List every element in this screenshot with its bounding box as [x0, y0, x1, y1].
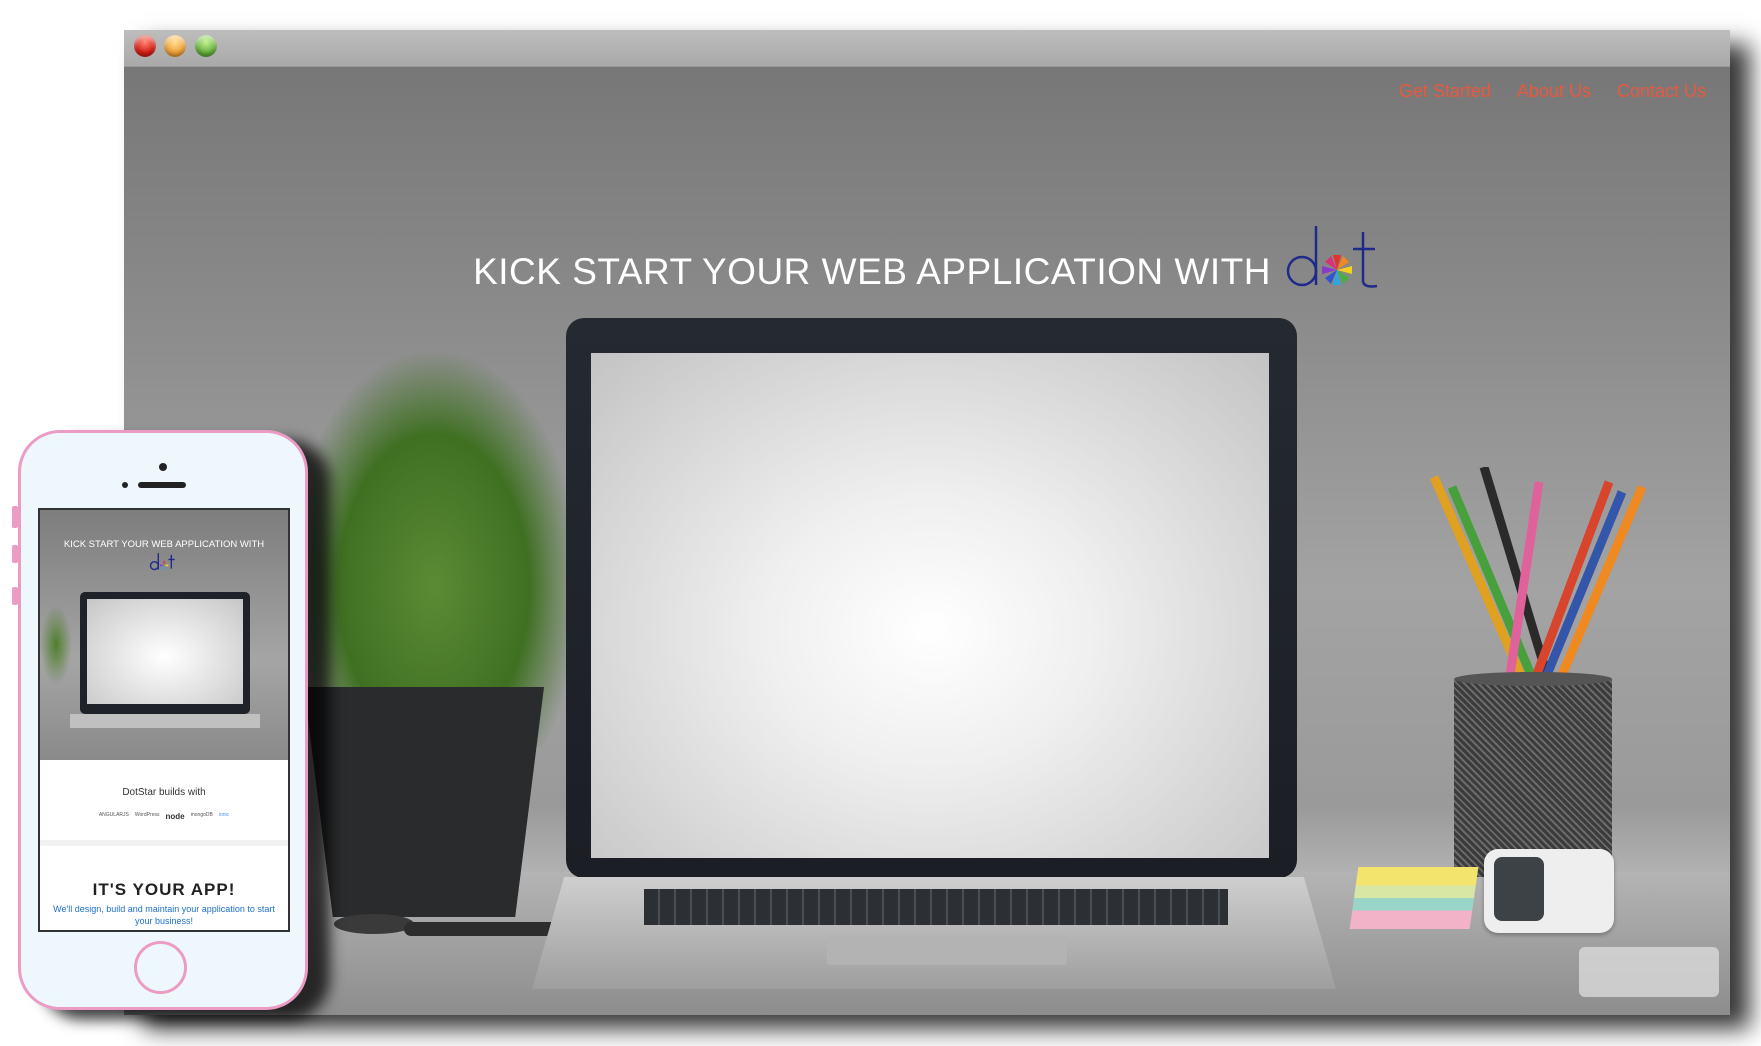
mobile-phone-mockup: KICK START YOUR WEB APPLICATION WITH Dot… [12, 430, 308, 1010]
nodejs-logo: node [165, 812, 185, 821]
plant-pot-image [304, 687, 544, 917]
mobile-laptop-screen [87, 599, 243, 704]
phone-on-desk-image [1579, 947, 1719, 997]
pencils-image [1429, 467, 1647, 684]
ionic-logo: ionic [218, 812, 230, 818]
smartwatch-image [1484, 849, 1614, 933]
maximize-window-button[interactable] [195, 35, 217, 57]
sticky-notes-image [1349, 867, 1479, 929]
nav-contact-us[interactable]: Contact Us [1617, 81, 1706, 102]
nav-about-us[interactable]: About Us [1517, 81, 1591, 102]
close-window-button[interactable] [134, 35, 156, 57]
mobile-tech-logos: ANGULARJS WordPress node mongoDB ionic [40, 812, 288, 821]
pencil-cup-rim [1454, 672, 1612, 686]
hero-headline: KICK START YOUR WEB APPLICATION WITH [124, 222, 1730, 294]
laptop-trackpad [827, 935, 1067, 965]
mobile-plant-image [40, 605, 72, 685]
laptop-screen [591, 353, 1269, 858]
speaker-grille [138, 482, 186, 488]
mobile-app-heading: IT'S YOUR APP! [92, 880, 236, 899]
home-button[interactable] [134, 941, 187, 994]
mute-switch [12, 506, 18, 528]
wordpress-logo: WordPress [134, 812, 160, 818]
mobile-divider [40, 840, 288, 846]
mobile-headline: KICK START YOUR WEB APPLICATION WITH [63, 539, 265, 550]
pencil-cup-image [1454, 677, 1612, 877]
front-camera-icon [159, 463, 167, 471]
mongodb-logo: mongoDB [190, 812, 213, 818]
hero-section: Get Started About Us Contact Us KICK STA… [124, 67, 1730, 1015]
smartwatch-face [1494, 857, 1544, 921]
proximity-sensor [122, 482, 128, 488]
dotstar-logo [1285, 222, 1381, 294]
mobile-screen: KICK START YOUR WEB APPLICATION WITH Dot… [38, 508, 290, 932]
mobile-hero: KICK START YOUR WEB APPLICATION WITH [40, 510, 288, 760]
top-nav: Get Started About Us Contact Us [1399, 81, 1706, 102]
browser-titlebar [124, 30, 1730, 67]
nav-get-started[interactable]: Get Started [1399, 81, 1491, 102]
mobile-builds-with: DotStar builds with [122, 787, 206, 798]
volume-up-button [12, 545, 18, 563]
hero-headline-text: KICK START YOUR WEB APPLICATION WITH [473, 251, 1271, 292]
mobile-dotstar-logo [148, 552, 178, 577]
browser-window: Get Started About Us Contact Us KICK STA… [124, 30, 1730, 1015]
laptop-keyboard [644, 889, 1228, 925]
minimize-window-button[interactable] [164, 35, 186, 57]
angularjs-logo: ANGULARJS [98, 812, 129, 818]
mobile-app-subtext: We'll design, build and maintain your ap… [53, 904, 275, 926]
volume-down-button [12, 587, 18, 605]
mobile-laptop-base [70, 714, 260, 728]
